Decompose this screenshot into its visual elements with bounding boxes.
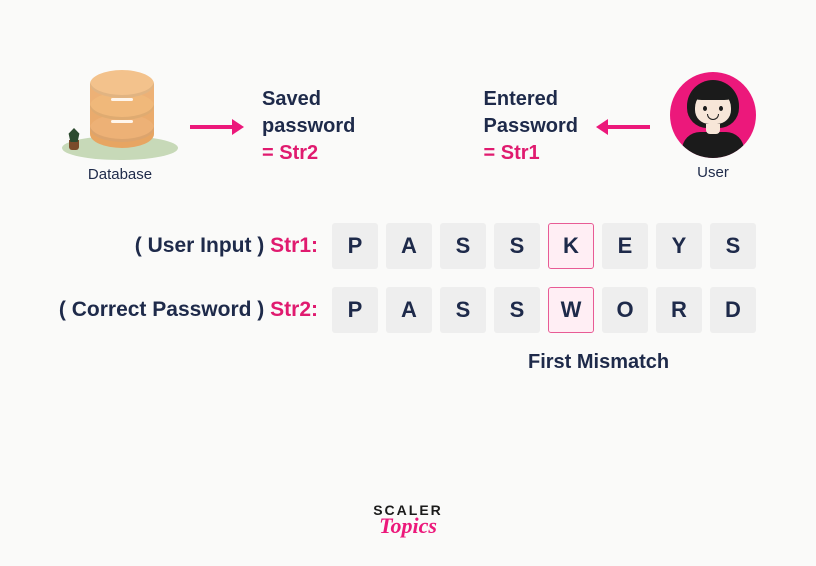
row1-cells: PASSKEYS [332,223,756,269]
row-correct-password: ( Correct Password ) Str2: PASSWORD [0,287,756,333]
saved-eq: = Str2 [262,140,355,167]
row2-paren: ( Correct Password ) [59,298,264,321]
database-block: Database [70,70,170,183]
saved-password-label: Saved password = Str2 [262,86,355,167]
char-cell: P [332,287,378,333]
char-cell: O [602,287,648,333]
char-cell: S [710,223,756,269]
char-cell: Y [656,223,702,269]
char-cell: S [494,223,540,269]
database-icon [70,70,170,160]
saved-line1: Saved [262,86,355,113]
char-cell: R [656,287,702,333]
char-cell: A [386,287,432,333]
char-cell: W [548,287,594,333]
user-group: Entered Password = Str1 User [484,72,756,181]
entered-eq: = Str1 [484,140,578,167]
arrow-right-icon [188,117,244,137]
user-block: User [670,72,756,181]
char-cell: P [332,223,378,269]
char-cell: E [602,223,648,269]
char-cell: S [440,223,486,269]
row1-paren: ( User Input ) [135,234,265,257]
entered-line2: Password [484,113,578,140]
row2-str: Str2: [270,298,318,321]
user-caption: User [697,164,729,181]
saved-line2: password [262,113,355,140]
database-caption: Database [88,166,152,183]
row2-label: ( Correct Password ) Str2: [59,298,318,322]
char-cell: S [494,287,540,333]
comparison-rows: ( User Input ) Str1: PASSKEYS ( Correct … [0,213,816,374]
logo-line2: Topics [373,516,443,536]
arrow-left-icon [596,117,652,137]
first-mismatch-label: First Mismatch [528,351,756,374]
row1-str: Str1: [270,234,318,257]
scaler-topics-logo: SCALER Topics [373,504,443,536]
row1-label: ( User Input ) Str1: [135,234,318,258]
row-user-input: ( User Input ) Str1: PASSKEYS [0,223,756,269]
char-cell: D [710,287,756,333]
char-cell: S [440,287,486,333]
char-cell: K [548,223,594,269]
user-avatar-icon [670,72,756,158]
row2-cells: PASSWORD [332,287,756,333]
top-row: Database Saved password = Str2 Entered P… [0,0,816,213]
entered-line1: Entered [484,86,578,113]
database-group: Database Saved password = Str2 [70,70,355,183]
entered-password-label: Entered Password = Str1 [484,86,578,167]
char-cell: A [386,223,432,269]
